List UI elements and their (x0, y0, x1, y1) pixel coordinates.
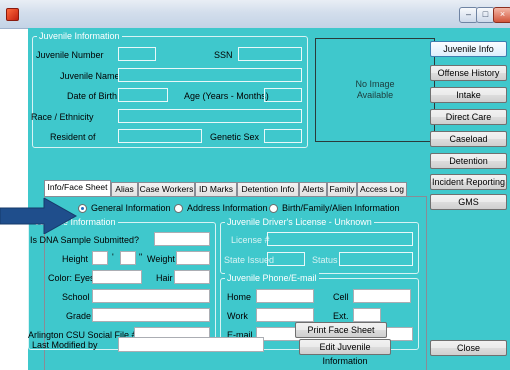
juvenile-information-legend: Juvenile Information (37, 31, 122, 42)
age-label: Age (Years - Months) (184, 91, 269, 101)
license-status-field[interactable] (339, 252, 413, 266)
drivers-license-legend: Juvenile Driver's License - Unknown (225, 217, 374, 228)
nav-incident-reporting-button[interactable]: Incident Reporting (430, 174, 507, 190)
grade-label: Grade (66, 311, 92, 321)
juvenile-photo: No Image Available (315, 38, 435, 142)
work-phone-label: Work (227, 311, 248, 321)
address-information-radio[interactable] (174, 204, 183, 213)
work-phone-field[interactable] (256, 308, 314, 322)
nav-detention-button[interactable]: Detention (430, 153, 507, 169)
extension-field[interactable] (353, 308, 381, 322)
tab-case-workers[interactable]: Case Workers (138, 182, 195, 196)
weight-field[interactable] (176, 251, 210, 265)
grade-field[interactable] (92, 308, 210, 322)
height-inches-field[interactable] (120, 251, 136, 265)
eye-color-label: Color: Eyes (48, 273, 95, 283)
nav-gms-button[interactable]: GMS (430, 194, 507, 210)
title-bar: – □ × (0, 0, 510, 29)
dna-sample-label: Is DNA Sample Submitted? (30, 235, 140, 245)
hair-color-field[interactable] (174, 270, 210, 284)
address-information-label[interactable]: Address Information (187, 203, 268, 214)
extension-label: Ext. (333, 311, 349, 321)
nav-juvenile-info-button[interactable]: Juvenile Info (430, 41, 507, 57)
juvenile-number-field[interactable] (118, 47, 156, 61)
license-number-field[interactable] (267, 232, 413, 246)
ssn-label: SSN (214, 50, 233, 60)
home-phone-field[interactable] (256, 289, 314, 303)
phone-email-legend: Juvenile Phone/E-mail (225, 273, 319, 284)
close-window-icon[interactable]: × (493, 7, 510, 23)
ssn-field[interactable] (238, 47, 302, 61)
feet-mark: ' (112, 252, 114, 262)
pointer-arrow-shape (0, 198, 78, 234)
cell-phone-field[interactable] (353, 289, 411, 303)
last-modified-field (118, 337, 264, 352)
license-number-label: License # (231, 235, 270, 245)
resident-of-field[interactable] (118, 129, 202, 143)
cell-phone-label: Cell (333, 292, 349, 302)
school-label: School (62, 292, 90, 302)
genetic-sex-label: Genetic Sex (210, 132, 260, 142)
inch-mark: " (139, 252, 143, 262)
drivers-license-group: Juvenile Driver's License - Unknown (220, 217, 419, 274)
height-label: Height (62, 254, 89, 264)
juvenile-name-label: Juvenile Name (60, 71, 120, 81)
edit-juvenile-information-button[interactable]: Edit Juvenile Information (299, 339, 391, 366)
resident-of-label: Resident of (50, 132, 96, 142)
nav-intake-button[interactable]: Intake (430, 87, 507, 103)
tab-family[interactable]: Family (327, 182, 357, 196)
race-ethnicity-field[interactable] (118, 109, 302, 123)
tab-id-marks[interactable]: ID Marks (195, 182, 237, 196)
app-window: – □ × Juvenile Information Juvenile Numb… (0, 0, 510, 370)
eye-color-field[interactable] (92, 270, 142, 284)
print-face-sheet-button[interactable]: Print Face Sheet (295, 322, 387, 338)
nav-direct-care-button[interactable]: Direct Care (430, 109, 507, 125)
birth-family-alien-radio[interactable] (269, 204, 278, 213)
home-phone-label: Home (227, 292, 252, 302)
hair-color-label: Hair (156, 273, 173, 283)
app-icon (6, 8, 19, 21)
no-image-text: No Image Available (355, 79, 395, 100)
date-of-birth-label: Date of Birth (67, 91, 118, 101)
main-client-area: Juvenile Information Juvenile Number SSN… (0, 28, 510, 370)
tab-alerts[interactable]: Alerts (299, 182, 327, 196)
birth-family-alien-label[interactable]: Birth/Family/Alien Information (282, 203, 400, 214)
genetic-sex-field[interactable] (264, 129, 302, 143)
tab-info-face-sheet[interactable]: Info/Face Sheet (44, 180, 111, 196)
tab-alias[interactable]: Alias (111, 182, 138, 196)
general-information-label[interactable]: General Information (91, 203, 171, 214)
school-field[interactable] (92, 289, 210, 303)
tab-detention-info[interactable]: Detention Info (237, 182, 299, 196)
close-button[interactable]: Close (430, 340, 507, 356)
height-feet-field[interactable] (92, 251, 108, 265)
last-modified-label: Last Modified by (32, 340, 98, 350)
juvenile-name-field[interactable] (118, 68, 302, 82)
state-issued-field[interactable] (267, 252, 305, 266)
nav-caseload-button[interactable]: Caseload (430, 131, 507, 147)
dna-sample-field[interactable] (154, 232, 210, 246)
pointer-arrow-icon (0, 198, 78, 234)
license-status-label: Status (312, 255, 338, 265)
nav-offense-history-button[interactable]: Offense History (430, 65, 507, 81)
tab-access-log[interactable]: Access Log (357, 182, 407, 196)
juvenile-number-label: Juvenile Number (36, 50, 104, 60)
weight-label: Weight (147, 254, 175, 264)
date-of-birth-field[interactable] (118, 88, 168, 102)
age-field[interactable] (264, 88, 302, 102)
race-ethnicity-label: Race / Ethnicity (31, 112, 94, 122)
